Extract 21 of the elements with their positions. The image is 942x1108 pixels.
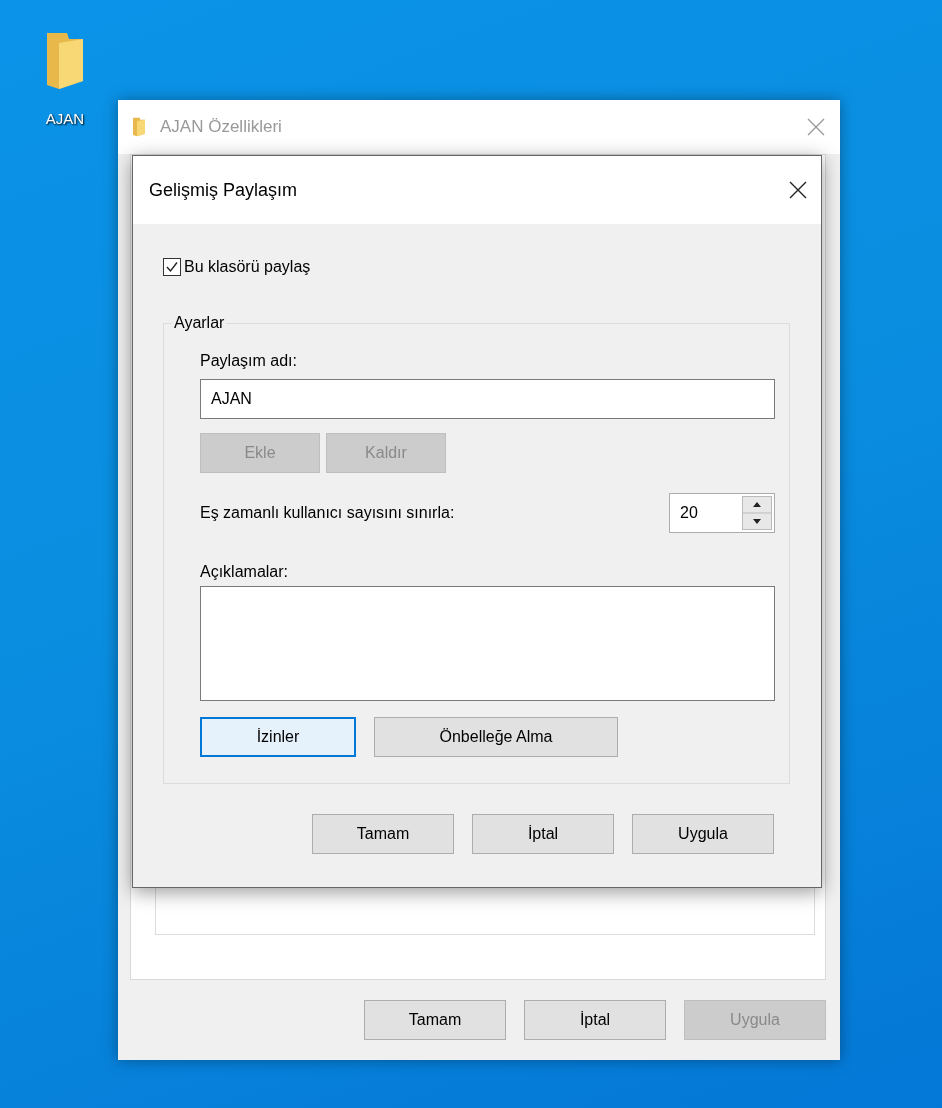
dialog-button[interactable]: İzinler (200, 717, 356, 757)
group-title: Ayarlar (173, 314, 226, 332)
close-icon[interactable] (789, 181, 807, 199)
comments-field[interactable] (200, 586, 775, 701)
dialog-button[interactable]: Tamam (364, 1000, 506, 1040)
field-label: Eş zamanlı kullanıcı sayısını sınırla: (200, 504, 455, 522)
dialog-button[interactable]: İptal (524, 1000, 666, 1040)
checkbox-label: Bu klasörü paylaş (184, 258, 311, 276)
dialog-button[interactable]: Tamam (312, 814, 454, 854)
dialog-title: Gelişmiş Paylaşım (149, 179, 299, 201)
checkbox[interactable] (163, 258, 181, 276)
dialog-button[interactable]: İptal (472, 814, 614, 854)
spin-box[interactable]: 20 (669, 493, 775, 533)
field-label: Açıklamalar: (200, 563, 290, 581)
window-title: AJAN Özellikleri (160, 117, 283, 137)
field-label: Paylaşım adı: (200, 352, 298, 370)
dialog-button[interactable]: Uygula (632, 814, 774, 854)
dialog-button[interactable]: Önbelleğe Alma (374, 717, 618, 757)
share-name-field[interactable]: AJAN (200, 379, 775, 419)
folder-icon (132, 117, 146, 137)
spin-arrows-icon[interactable] (742, 496, 772, 530)
